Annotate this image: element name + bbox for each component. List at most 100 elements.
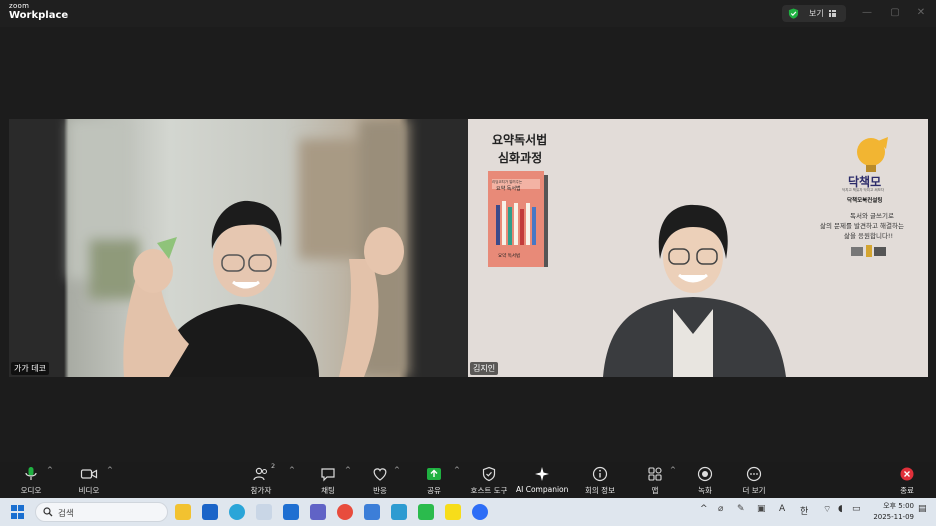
book-title: 요약 독서법 xyxy=(496,186,521,192)
book-bottom-title: 요약 독서법 xyxy=(498,254,521,259)
minimize-button[interactable]: — xyxy=(860,6,874,20)
more-dots-icon xyxy=(746,466,762,482)
view-button[interactable]: 보기 xyxy=(782,5,846,22)
video-camera-icon xyxy=(80,469,98,479)
chat-bubble-icon xyxy=(321,468,335,482)
video-button[interactable]: 비디오 xyxy=(76,466,102,496)
sparkle-icon xyxy=(535,467,549,481)
participants-icon xyxy=(253,467,267,481)
teams-icon[interactable] xyxy=(310,504,326,520)
tray-icon-1[interactable]: ⌀ xyxy=(718,504,723,514)
system-clock[interactable]: 오후 5:00 2025-11-09 xyxy=(866,501,914,523)
ime-mode-a[interactable]: A xyxy=(779,504,785,514)
microphone-icon xyxy=(25,467,37,480)
slide-message-1: 독서와 글쓰기로 xyxy=(850,212,894,220)
grid-view-icon xyxy=(829,10,836,17)
ime-mode-han[interactable]: 한 xyxy=(800,504,808,517)
zoom-window: zoom Workplace 보기 — ▢ ✕ 가가 데코 요약독서법 심화과정… xyxy=(0,0,936,526)
meeting-info-label: 회의 정보 xyxy=(585,486,615,495)
participants-count: 2 xyxy=(271,462,276,470)
tray-overflow-caret[interactable]: ^ xyxy=(700,504,708,514)
info-icon xyxy=(592,466,608,482)
view-label: 보기 xyxy=(809,9,824,18)
windows-start-icon[interactable] xyxy=(11,505,25,519)
logo-small-text: zoom xyxy=(9,2,30,10)
download-app-icon[interactable] xyxy=(283,504,299,520)
app-icon-red[interactable] xyxy=(337,504,353,520)
slide-title-line2: 심화과정 xyxy=(498,151,543,165)
app-icon-cube[interactable] xyxy=(391,504,407,520)
edge-browser-icon[interactable] xyxy=(229,504,245,520)
search-icon xyxy=(43,507,53,517)
share-options-caret[interactable]: ^ xyxy=(454,466,460,474)
participant-video xyxy=(9,119,468,377)
file-explorer-icon[interactable] xyxy=(175,504,191,520)
video-tile-participant-2[interactable]: 요약독서법 심화과정 리딩코치가 알려주는 요약 독서법 요약 독서법 닥책모 … xyxy=(468,119,928,377)
battery-icon[interactable]: ▭ xyxy=(852,504,861,514)
more-label: 더 보기 xyxy=(742,486,766,495)
close-button[interactable]: ✕ xyxy=(914,6,928,20)
line-messenger-icon[interactable] xyxy=(418,504,434,520)
chat-options-caret[interactable]: ^ xyxy=(345,466,351,474)
apps-button[interactable]: 앱 xyxy=(645,466,665,496)
logo-big-text: Workplace xyxy=(9,10,69,21)
reactions-label: 반응 xyxy=(373,486,387,495)
audio-options-caret[interactable]: ^ xyxy=(47,466,53,474)
end-icon xyxy=(900,467,914,481)
video-options-caret[interactable]: ^ xyxy=(107,466,113,474)
apps-icon xyxy=(648,467,662,481)
shield-check-icon xyxy=(788,8,799,19)
heart-icon xyxy=(373,468,387,481)
slide-message-3: 삶을 응원합니다!! xyxy=(844,232,894,240)
chat-label: 채팅 xyxy=(321,486,335,495)
search-placeholder: 검색 xyxy=(58,509,74,519)
record-button[interactable]: 녹화 xyxy=(694,466,716,496)
audio-button[interactable]: 오디오 xyxy=(18,466,44,496)
windows-taskbar: 검색 ^ ⌀ ✎ ▣ A 한 ⌔ ◖ ▭ 오후 5:00 2025-11-09 … xyxy=(0,498,936,526)
chat-button[interactable]: 채팅 xyxy=(316,466,340,496)
host-tools-label: 호스트 도구 xyxy=(470,486,508,495)
brand-company: 닥책모북컨설팅 xyxy=(847,198,883,204)
participants-label: 참가자 xyxy=(250,486,272,495)
reactions-options-caret[interactable]: ^ xyxy=(394,466,400,474)
maximize-button[interactable]: ▢ xyxy=(888,6,902,20)
share-label: 공유 xyxy=(427,486,441,495)
tray-icon-2[interactable]: ✎ xyxy=(737,504,745,514)
record-icon xyxy=(697,466,713,482)
title-bar: zoom Workplace 보기 — ▢ ✕ xyxy=(0,0,936,27)
meeting-info-button[interactable]: 회의 정보 xyxy=(582,466,618,496)
share-button[interactable]: 공유 xyxy=(422,466,446,496)
clock-date: 2025-11-09 xyxy=(873,513,914,521)
outlook-icon[interactable] xyxy=(202,504,218,520)
participant-name-tag: 가가 데코 xyxy=(11,362,49,375)
audio-label: 오디오 xyxy=(20,486,42,495)
participants-options-caret[interactable]: ^ xyxy=(289,466,295,474)
ai-companion-button[interactable]: AI Companion xyxy=(516,466,568,496)
notification-icon[interactable]: ▤ xyxy=(918,504,927,514)
zoom-app-icon[interactable] xyxy=(472,504,488,520)
end-label: 종료 xyxy=(900,486,914,495)
apps-label: 앱 xyxy=(651,486,659,495)
taskbar-search-box[interactable]: 검색 xyxy=(35,502,168,522)
app-icon[interactable] xyxy=(256,504,272,520)
kakaotalk-icon[interactable] xyxy=(445,504,461,520)
meeting-toolbar: 오디오 ^ 비디오 ^ 참가자 2 ^ 채팅 ^ 반응 ^ 공유 ^ 호스트 도… xyxy=(0,462,936,498)
host-tools-button[interactable]: 호스트 도구 xyxy=(469,466,509,496)
participant-name-tag: 김지인 xyxy=(470,362,499,375)
app-icon-blue[interactable] xyxy=(364,504,380,520)
reactions-button[interactable]: 반응 xyxy=(368,466,392,496)
slide-title-line1: 요약독서법 xyxy=(492,133,548,147)
share-screen-icon xyxy=(427,468,441,480)
more-button[interactable]: 더 보기 xyxy=(740,466,768,496)
participants-button[interactable]: 참가자 xyxy=(247,466,275,496)
brand-subtitle: 닥치고 책읽자 닥치고 써보자 xyxy=(842,188,884,192)
wifi-icon[interactable]: ⌔ xyxy=(823,504,831,515)
apps-options-caret[interactable]: ^ xyxy=(670,466,676,474)
speaker-icon[interactable]: ◖ xyxy=(838,504,843,514)
slide-message-2: 삶의 문제를 발견하고 해결하는 xyxy=(820,222,904,230)
zoom-logo: zoom Workplace xyxy=(9,3,68,21)
end-meeting-button[interactable]: 종료 xyxy=(896,466,918,496)
tray-icon-3[interactable]: ▣ xyxy=(757,504,766,514)
video-label: 비디오 xyxy=(78,486,100,495)
video-tile-participant-1[interactable]: 가가 데코 xyxy=(9,119,468,377)
